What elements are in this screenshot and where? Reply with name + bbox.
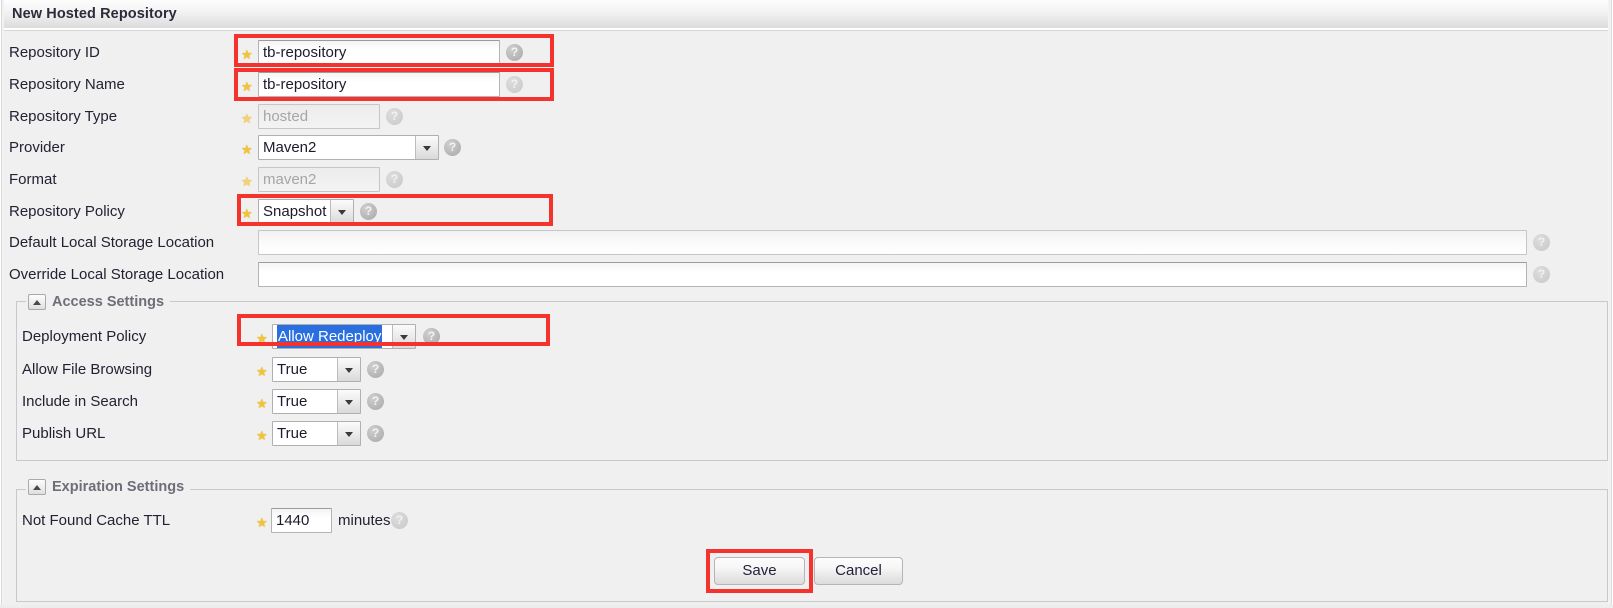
required-star-icon: ★ <box>241 174 253 189</box>
help-icon[interactable]: ? <box>367 425 384 442</box>
include-in-search-select-value: True <box>277 393 308 410</box>
chevron-down-icon[interactable] <box>415 136 438 159</box>
help-icon[interactable]: ? <box>386 171 403 188</box>
label-publish-url: Publish URL <box>22 425 106 442</box>
access-settings-title: Access Settings <box>52 294 165 310</box>
left-scroll-gutter <box>0 0 4 608</box>
required-star-icon: ★ <box>256 515 268 530</box>
provider-select[interactable]: Maven2 <box>258 135 439 160</box>
override-local-storage-location-input[interactable] <box>258 262 1527 287</box>
help-icon[interactable]: ? <box>444 139 461 156</box>
required-star-icon: ★ <box>241 111 253 126</box>
label-include-in-search: Include in Search <box>22 393 138 410</box>
not-found-cache-ttl-input[interactable] <box>271 508 332 533</box>
label-not-found-cache-ttl: Not Found Cache TTL <box>22 512 171 529</box>
expiration-settings-legend: Expiration Settings <box>26 477 191 497</box>
help-icon[interactable]: ? <box>367 393 384 410</box>
deployment-policy-select-value: Allow Redeploy <box>277 325 383 348</box>
help-icon[interactable]: ? <box>367 361 384 378</box>
required-star-icon: ★ <box>256 396 268 411</box>
expiration-settings-title: Expiration Settings <box>52 479 185 495</box>
label-provider: Provider <box>9 139 65 156</box>
save-button[interactable]: Save <box>714 557 805 585</box>
repository-id-input[interactable] <box>258 40 500 65</box>
allow-file-browsing-select-value: True <box>277 361 308 378</box>
triangle-up-icon[interactable] <box>28 479 46 495</box>
label-repository-id: Repository ID <box>9 44 100 61</box>
triangle-up-icon[interactable] <box>28 294 46 310</box>
label-repository-type: Repository Type <box>9 108 118 125</box>
cancel-button[interactable]: Cancel <box>814 557 903 585</box>
required-star-icon: ★ <box>241 142 253 157</box>
new-hosted-repository-page: New Hosted Repository Repository ID ★ ? … <box>0 0 1613 608</box>
access-settings-legend: Access Settings <box>26 292 171 312</box>
page-title: New Hosted Repository <box>12 6 177 22</box>
required-star-icon: ★ <box>256 364 268 379</box>
format-input <box>258 167 380 192</box>
repository-policy-select[interactable]: Snapshot <box>258 199 354 224</box>
required-star-icon: ★ <box>241 79 253 94</box>
default-local-storage-location-input <box>258 230 1527 255</box>
label-allow-file-browsing: Allow File Browsing <box>22 361 153 378</box>
required-star-icon: ★ <box>256 331 268 346</box>
label-deployment-policy: Deployment Policy <box>22 328 147 345</box>
label-repository-name: Repository Name <box>9 76 125 93</box>
required-star-icon: ★ <box>241 206 253 221</box>
chevron-down-icon[interactable] <box>337 358 360 381</box>
chevron-down-icon[interactable] <box>337 422 360 445</box>
required-star-icon: ★ <box>241 47 253 62</box>
ttl-unit-label: minutes <box>338 512 391 529</box>
repository-name-input[interactable] <box>258 72 500 97</box>
label-repository-policy: Repository Policy <box>9 203 125 220</box>
panel-titlebar: New Hosted Repository <box>4 0 1608 31</box>
help-icon[interactable]: ? <box>360 203 377 220</box>
help-icon[interactable]: ? <box>391 512 408 529</box>
label-default-local-storage-location: Default Local Storage Location <box>9 234 215 251</box>
repository-type-input <box>258 104 380 129</box>
provider-select-value: Maven2 <box>263 139 317 156</box>
help-icon[interactable]: ? <box>1533 234 1550 251</box>
include-in-search-select[interactable]: True <box>272 389 361 414</box>
repository-policy-select-value: Snapshot <box>263 203 327 220</box>
required-star-icon: ★ <box>256 428 268 443</box>
allow-file-browsing-select[interactable]: True <box>272 357 361 382</box>
label-format: Format <box>9 171 57 188</box>
help-icon[interactable]: ? <box>506 76 523 93</box>
expiration-settings-fieldset <box>16 489 1608 602</box>
chevron-down-icon[interactable] <box>330 200 353 223</box>
deployment-policy-select[interactable]: Allow Redeploy <box>272 324 416 349</box>
help-icon[interactable]: ? <box>386 108 403 125</box>
right-scroll-gutter <box>1608 0 1613 608</box>
help-icon[interactable]: ? <box>1533 266 1550 283</box>
access-settings-fieldset <box>16 301 1608 461</box>
label-override-local-storage-location: Override Local Storage Location <box>9 266 225 283</box>
help-icon[interactable]: ? <box>506 44 523 61</box>
chevron-down-icon[interactable] <box>337 390 360 413</box>
chevron-down-icon[interactable] <box>392 325 415 348</box>
publish-url-select-value: True <box>277 425 308 442</box>
publish-url-select[interactable]: True <box>272 421 361 446</box>
help-icon[interactable]: ? <box>423 328 440 345</box>
